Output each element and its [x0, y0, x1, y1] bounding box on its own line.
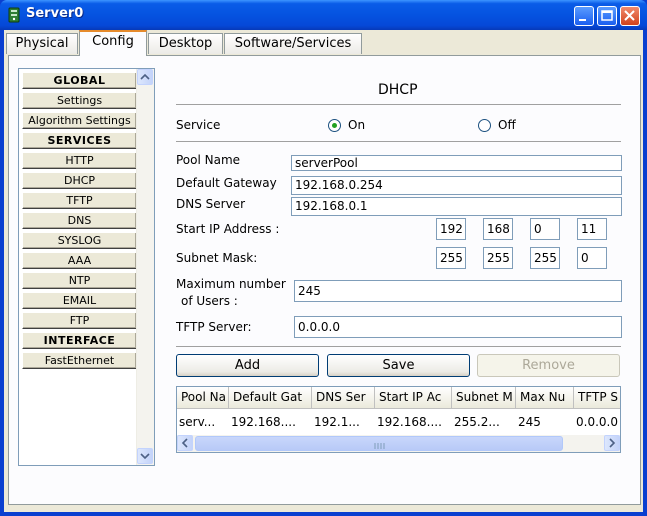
divider	[176, 104, 621, 105]
minimize-button[interactable]	[574, 6, 594, 26]
table-cell[interactable]: 192.1...	[312, 413, 375, 431]
start-ip-label: Start IP Address :	[176, 222, 280, 236]
scroll-right-button[interactable]	[604, 435, 620, 451]
subnet-mask-label: Subnet Mask:	[176, 251, 258, 265]
nav-item-email[interactable]: EMAIL	[22, 292, 137, 309]
scroll-thumb[interactable]	[195, 436, 563, 451]
service-label: Service	[176, 118, 221, 132]
minimize-icon	[579, 19, 586, 21]
nav-item-tftp[interactable]: TFTP	[22, 192, 137, 209]
pool-name-field[interactable]: serverPool	[291, 155, 622, 171]
app-icon	[8, 7, 20, 23]
subnet-octet-3[interactable]: 255	[530, 247, 560, 269]
tab-physical[interactable]: Physical	[6, 33, 78, 54]
table-hscrollbar[interactable]	[177, 435, 620, 452]
table-cell[interactable]: 245	[516, 413, 574, 431]
grip-icon	[374, 443, 385, 449]
pool-name-label: Pool Name	[176, 153, 241, 167]
max-users-label-cont: of Users :	[181, 294, 238, 308]
add-button[interactable]: Add	[176, 354, 319, 377]
nav-item-http[interactable]: HTTP	[22, 152, 137, 169]
application-window: Server0 Physical Config Desktop Software…	[0, 0, 647, 516]
service-off-label[interactable]: Off	[498, 118, 516, 132]
column-header[interactable]: Default Gat	[229, 387, 312, 409]
close-icon	[624, 10, 635, 21]
title-bar[interactable]: Server0	[0, 0, 647, 30]
default-gateway-field[interactable]: 192.168.0.254	[291, 176, 622, 195]
column-header[interactable]: DNS Ser	[312, 387, 375, 409]
table-cell[interactable]: 192.168....	[375, 413, 452, 431]
table-cell[interactable]: 0.0.0.0	[574, 413, 620, 431]
nav-header-interface[interactable]: INTERFACE	[22, 332, 137, 349]
nav-item-dns[interactable]: DNS	[22, 212, 137, 229]
pool-table: Pool Na Default Gat DNS Ser Start IP Ac …	[176, 386, 621, 453]
dns-server-label: DNS Server	[176, 197, 245, 211]
subnet-octet-2[interactable]: 255	[483, 247, 513, 269]
chevron-down-icon	[140, 453, 150, 460]
config-nav-list: GLOBAL Settings Algorithm Settings SERVI…	[18, 68, 155, 466]
column-header[interactable]: Subnet M	[452, 387, 516, 409]
table-cell[interactable]: 192.168....	[229, 413, 312, 431]
max-users-field[interactable]: 245	[294, 280, 622, 302]
column-header[interactable]: TFTP S	[574, 387, 620, 409]
save-button[interactable]: Save	[327, 354, 470, 377]
nav-header-global[interactable]: GLOBAL	[22, 72, 137, 89]
divider	[176, 346, 621, 347]
service-off-radio[interactable]	[478, 119, 491, 132]
nav-scrollbar[interactable]	[136, 69, 154, 465]
table-cell[interactable]: serv...	[177, 413, 229, 431]
max-users-label: Maximum number	[176, 277, 286, 291]
tab-software-services[interactable]: Software/Services	[224, 33, 362, 54]
column-header[interactable]: Start IP Ac	[375, 387, 452, 409]
service-on-radio[interactable]	[328, 119, 341, 132]
window-title: Server0	[26, 6, 84, 21]
nav-item-fastethernet[interactable]: FastEthernet	[22, 352, 137, 369]
close-button[interactable]	[620, 6, 640, 26]
remove-button[interactable]: Remove	[477, 354, 620, 377]
nav-item-syslog[interactable]: SYSLOG	[22, 232, 137, 249]
maximize-button[interactable]	[597, 6, 617, 26]
divider	[176, 141, 621, 142]
nav-item-dhcp[interactable]: DHCP	[22, 172, 137, 189]
maximize-icon	[601, 10, 613, 21]
table-cell[interactable]: 255.2...	[452, 413, 516, 431]
scroll-down-button[interactable]	[137, 448, 153, 464]
subnet-octet-4[interactable]: 0	[577, 247, 607, 269]
start-ip-octet-4[interactable]: 11	[577, 218, 607, 240]
nav-item-algorithm-settings[interactable]: Algorithm Settings	[22, 112, 137, 129]
subnet-octet-1[interactable]: 255	[436, 247, 466, 269]
tab-config[interactable]: Config	[79, 30, 147, 56]
scroll-left-button[interactable]	[177, 435, 193, 451]
chevron-up-icon	[140, 73, 150, 80]
config-panel: GLOBAL Settings Algorithm Settings SERVI…	[8, 55, 641, 505]
window-client: Physical Config Desktop Software/Service…	[4, 30, 643, 512]
column-header[interactable]: Pool Na	[177, 387, 229, 409]
chevron-left-icon	[181, 438, 188, 448]
section-title: DHCP	[378, 82, 418, 98]
chevron-right-icon	[609, 438, 616, 448]
default-gateway-label: Default Gateway	[176, 176, 277, 190]
nav-item-ftp[interactable]: FTP	[22, 312, 137, 329]
start-ip-octet-1[interactable]: 192	[436, 218, 466, 240]
nav-item-ntp[interactable]: NTP	[22, 272, 137, 289]
tftp-server-label: TFTP Server:	[176, 320, 252, 334]
column-header[interactable]: Max Nu	[516, 387, 574, 409]
service-on-label[interactable]: On	[348, 118, 365, 132]
nav-item-settings[interactable]: Settings	[22, 92, 137, 109]
dns-server-field[interactable]: 192.168.0.1	[291, 197, 622, 216]
start-ip-octet-3[interactable]: 0	[530, 218, 560, 240]
nav-item-aaa[interactable]: AAA	[22, 252, 137, 269]
scroll-up-button[interactable]	[137, 69, 153, 85]
start-ip-octet-2[interactable]: 168	[483, 218, 513, 240]
tftp-server-field[interactable]: 0.0.0.0	[294, 316, 622, 338]
nav-header-services[interactable]: SERVICES	[22, 132, 137, 149]
tab-desktop[interactable]: Desktop	[148, 33, 223, 54]
